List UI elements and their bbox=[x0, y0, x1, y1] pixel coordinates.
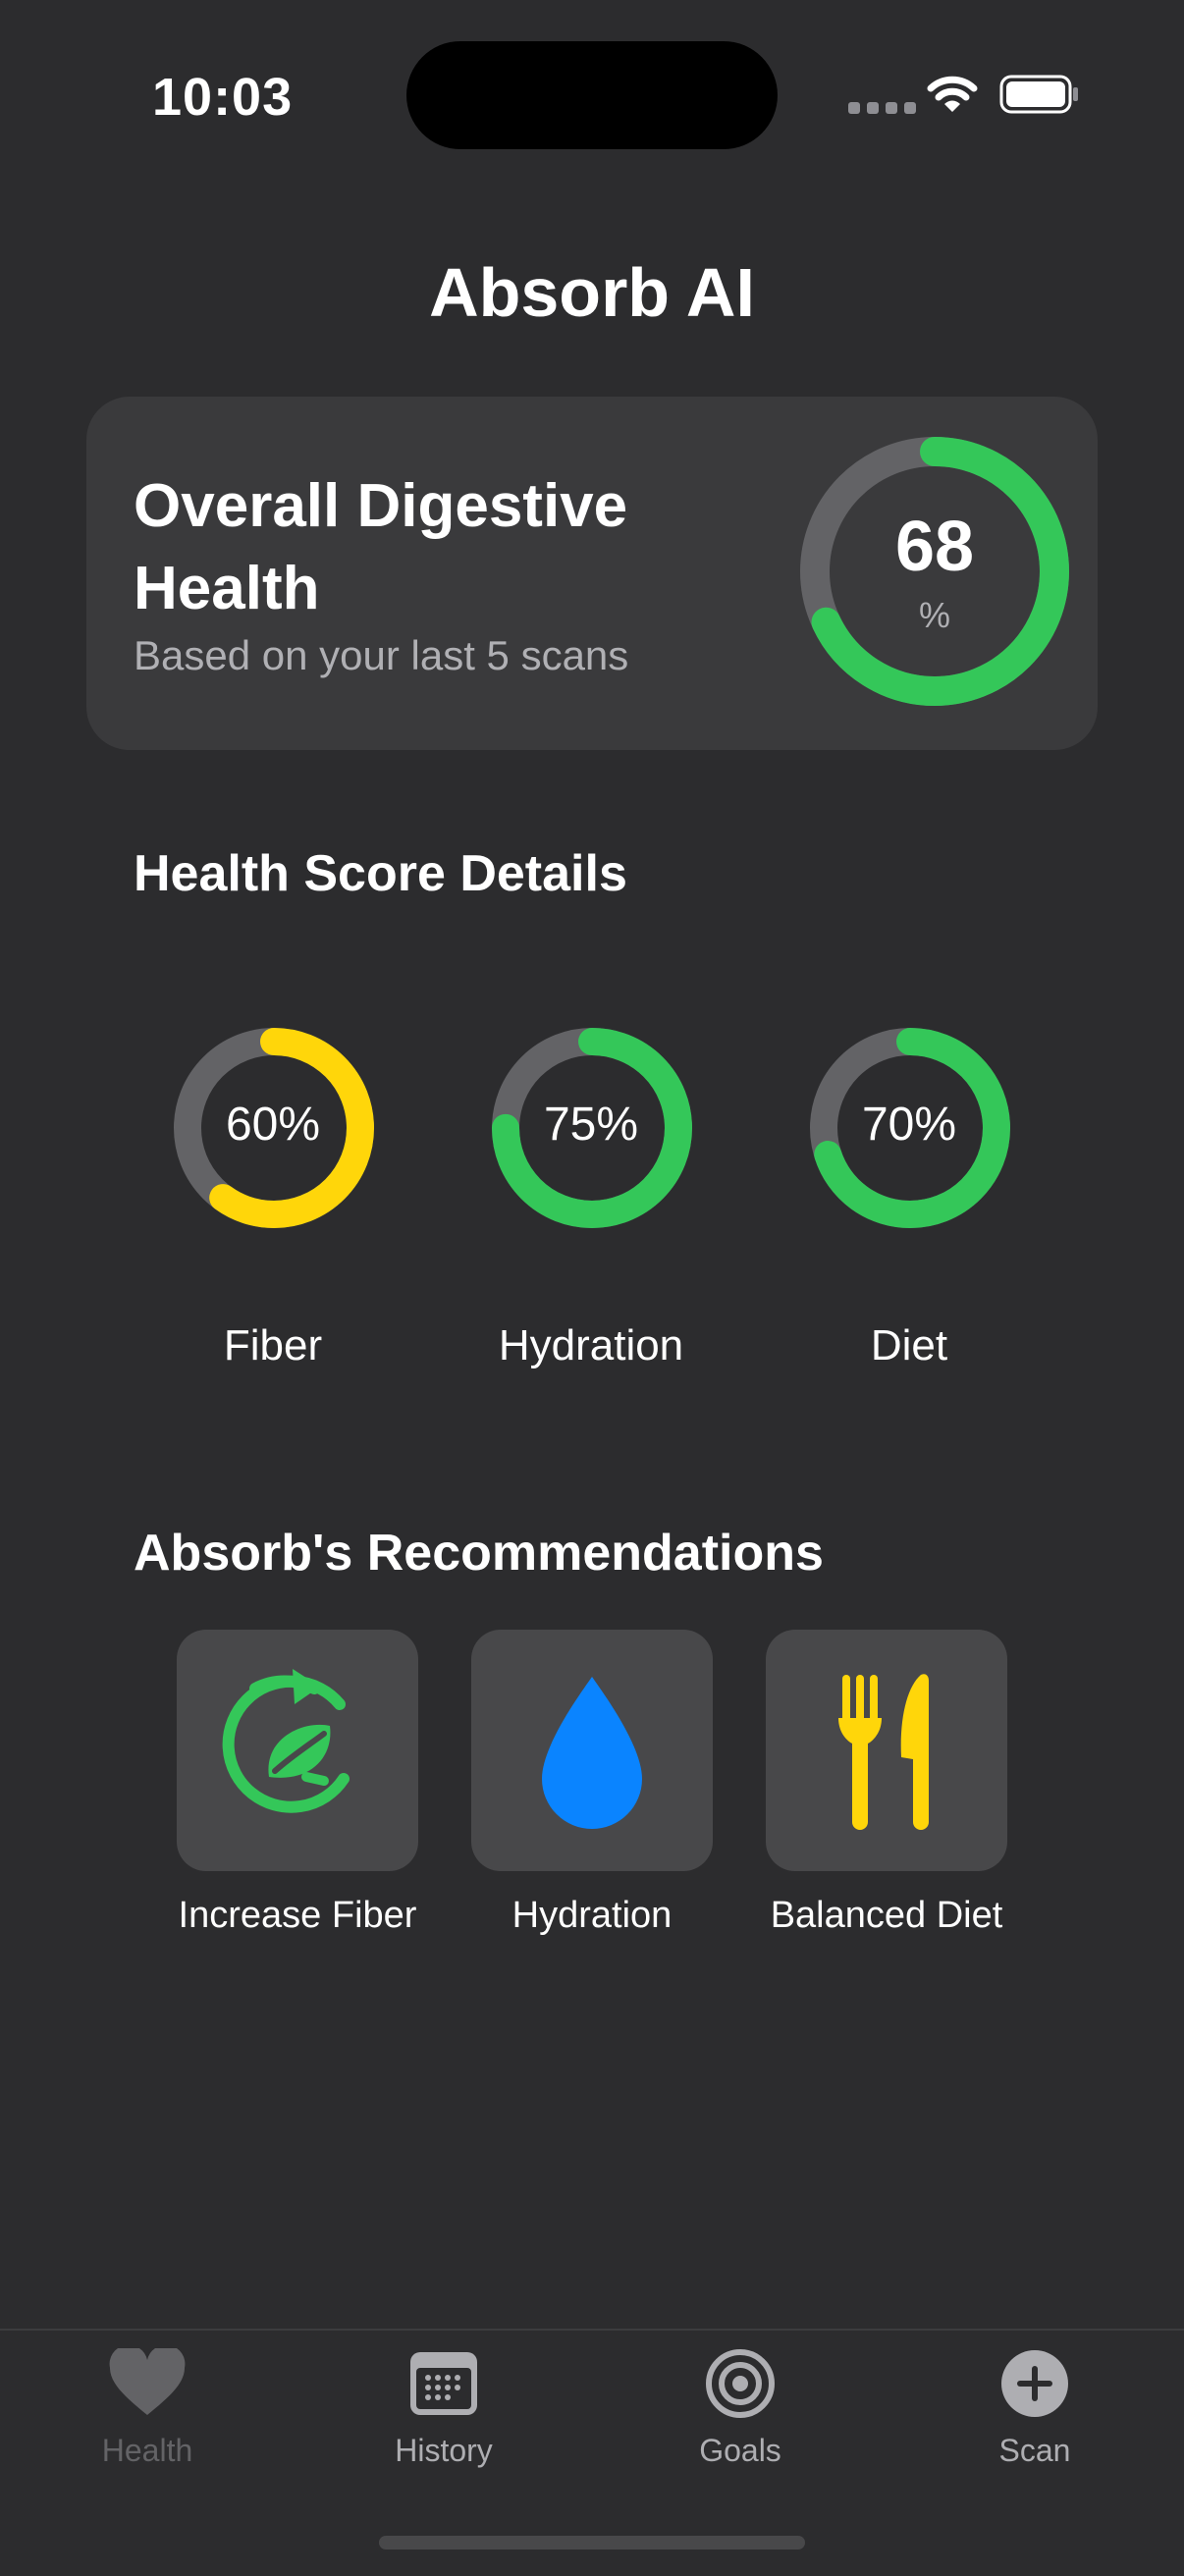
overall-health-title: Overall Digestive Health bbox=[134, 472, 628, 622]
rec-hydration-button[interactable]: Hydration bbox=[471, 1630, 713, 1936]
tab-goals-label: Goals bbox=[699, 2433, 781, 2468]
calendar-icon bbox=[410, 2352, 477, 2415]
status-time: 10:03 bbox=[152, 68, 294, 127]
hydration-percent: 75% bbox=[543, 1099, 639, 1151]
metric-hydration[interactable]: 75% Hydration bbox=[473, 1027, 709, 1380]
rec-balanced-diet-label: Balanced Diet bbox=[770, 1895, 1003, 1936]
overall-health-subtitle: Based on your last 5 scans bbox=[134, 632, 629, 678]
tab-health-label: Health bbox=[101, 2433, 193, 2468]
dynamic-island bbox=[406, 41, 778, 149]
tab-scan[interactable]: Scan bbox=[917, 2348, 1153, 2469]
tab-history[interactable]: History bbox=[326, 2348, 562, 2469]
health-score-details-title: Health Score Details bbox=[134, 845, 627, 902]
plus-circle-icon bbox=[1001, 2350, 1068, 2417]
app-title: Absorb AI bbox=[429, 254, 755, 331]
fiber-percent: 60% bbox=[225, 1099, 321, 1151]
recommendations-title: Absorb's Recommendations bbox=[134, 1525, 824, 1582]
heart-icon bbox=[109, 2348, 186, 2415]
target-icon bbox=[706, 2349, 775, 2418]
water-drop-icon bbox=[542, 1677, 642, 1829]
home-indicator bbox=[379, 2536, 805, 2549]
fiber-label: Fiber bbox=[223, 1321, 323, 1369]
diet-percent: 70% bbox=[861, 1099, 957, 1151]
tab-goals[interactable]: Goals bbox=[622, 2348, 858, 2469]
rec-increase-fiber-button[interactable]: Increase Fiber bbox=[177, 1630, 418, 1936]
cellular-signal-icon bbox=[848, 102, 916, 114]
leaf-refresh-icon bbox=[222, 1669, 350, 1813]
hydration-label: Hydration bbox=[498, 1321, 684, 1369]
overall-health-card[interactable]: Overall Digestive Health Based on your l… bbox=[86, 397, 1098, 750]
rec-balanced-diet-button[interactable]: Balanced Diet bbox=[766, 1630, 1007, 1936]
overall-score-unit: % bbox=[918, 595, 950, 635]
metric-diet[interactable]: 70% Diet bbox=[791, 1027, 1027, 1380]
wifi-icon bbox=[927, 76, 978, 112]
tab-history-label: History bbox=[395, 2433, 493, 2468]
metric-fiber[interactable]: 60% Fiber bbox=[155, 1027, 391, 1380]
tab-health[interactable]: Health bbox=[29, 2348, 265, 2469]
battery-icon bbox=[999, 75, 1078, 114]
overall-score-value: 68 bbox=[894, 508, 975, 586]
fork-knife-icon bbox=[838, 1674, 929, 1830]
diet-label: Diet bbox=[870, 1321, 948, 1369]
tab-scan-label: Scan bbox=[998, 2433, 1071, 2468]
